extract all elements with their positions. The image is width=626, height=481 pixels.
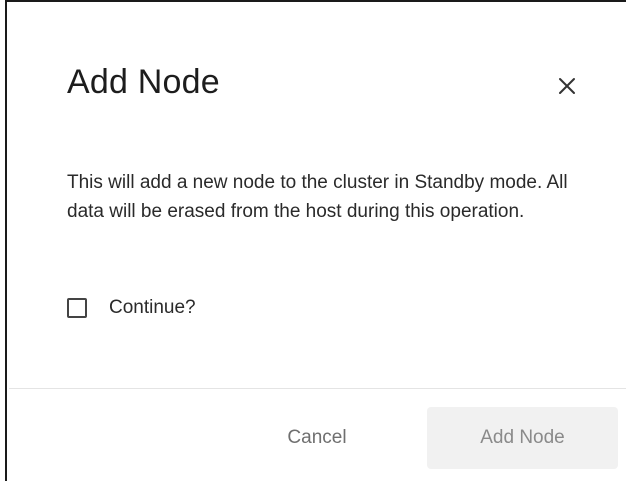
dialog-message: This will add a new node to the cluster … — [67, 172, 568, 222]
close-icon — [559, 78, 575, 94]
cancel-button[interactable]: Cancel — [261, 407, 373, 469]
continue-checkbox-row[interactable]: Continue? — [67, 294, 196, 322]
close-button[interactable] — [547, 66, 587, 106]
footer-divider — [9, 388, 626, 389]
continue-checkbox-label[interactable]: Continue? — [109, 297, 196, 319]
add-node-button[interactable]: Add Node — [427, 407, 618, 469]
continue-checkbox[interactable] — [67, 298, 87, 318]
add-node-dialog: Add Node This will add a new node to the… — [5, 0, 626, 481]
dialog-title: Add Node — [67, 63, 220, 101]
